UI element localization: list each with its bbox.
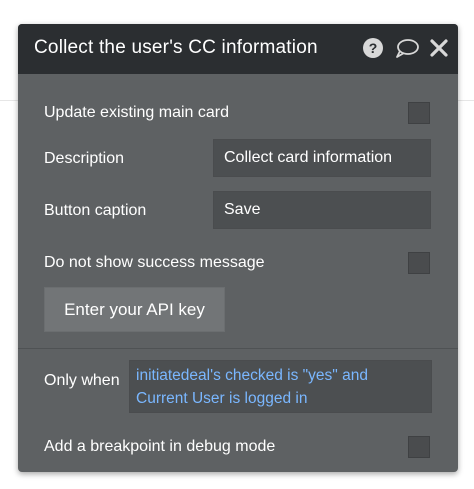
header-icons: ? <box>362 37 448 59</box>
no-success-message-label: Do not show success message <box>44 254 265 271</box>
enter-api-key-button[interactable]: Enter your API key <box>44 287 225 332</box>
only-when-condition-box[interactable]: initiatedeal's checked is "yes" and Curr… <box>129 360 432 413</box>
no-success-message-checkbox[interactable] <box>408 252 430 274</box>
only-when-label: Only when <box>44 372 120 389</box>
description-input[interactable]: Collect card information <box>213 139 431 177</box>
button-caption-input[interactable]: Save <box>213 191 431 229</box>
description-label: Description <box>44 150 125 167</box>
speech-bubble-icon[interactable] <box>394 37 420 59</box>
svg-text:?: ? <box>369 40 378 56</box>
panel-header: Collect the user's CC information ? <box>18 24 458 74</box>
panel-title: Collect the user's CC information <box>34 37 318 58</box>
condition-line-1[interactable]: initiatedeal's checked is "yes" and <box>136 364 425 387</box>
action-properties-panel: Collect the user's CC information ? Upda… <box>18 24 458 472</box>
update-main-card-checkbox[interactable] <box>408 102 430 124</box>
breakpoint-label: Add a breakpoint in debug mode <box>44 438 276 455</box>
question-circle-icon[interactable]: ? <box>362 37 384 59</box>
close-icon[interactable] <box>430 37 448 59</box>
condition-line-2[interactable]: Current User is logged in <box>136 387 425 410</box>
breakpoint-checkbox[interactable] <box>408 436 430 458</box>
section-divider <box>18 348 458 349</box>
button-caption-label: Button caption <box>44 202 147 219</box>
update-main-card-label: Update existing main card <box>44 104 229 121</box>
